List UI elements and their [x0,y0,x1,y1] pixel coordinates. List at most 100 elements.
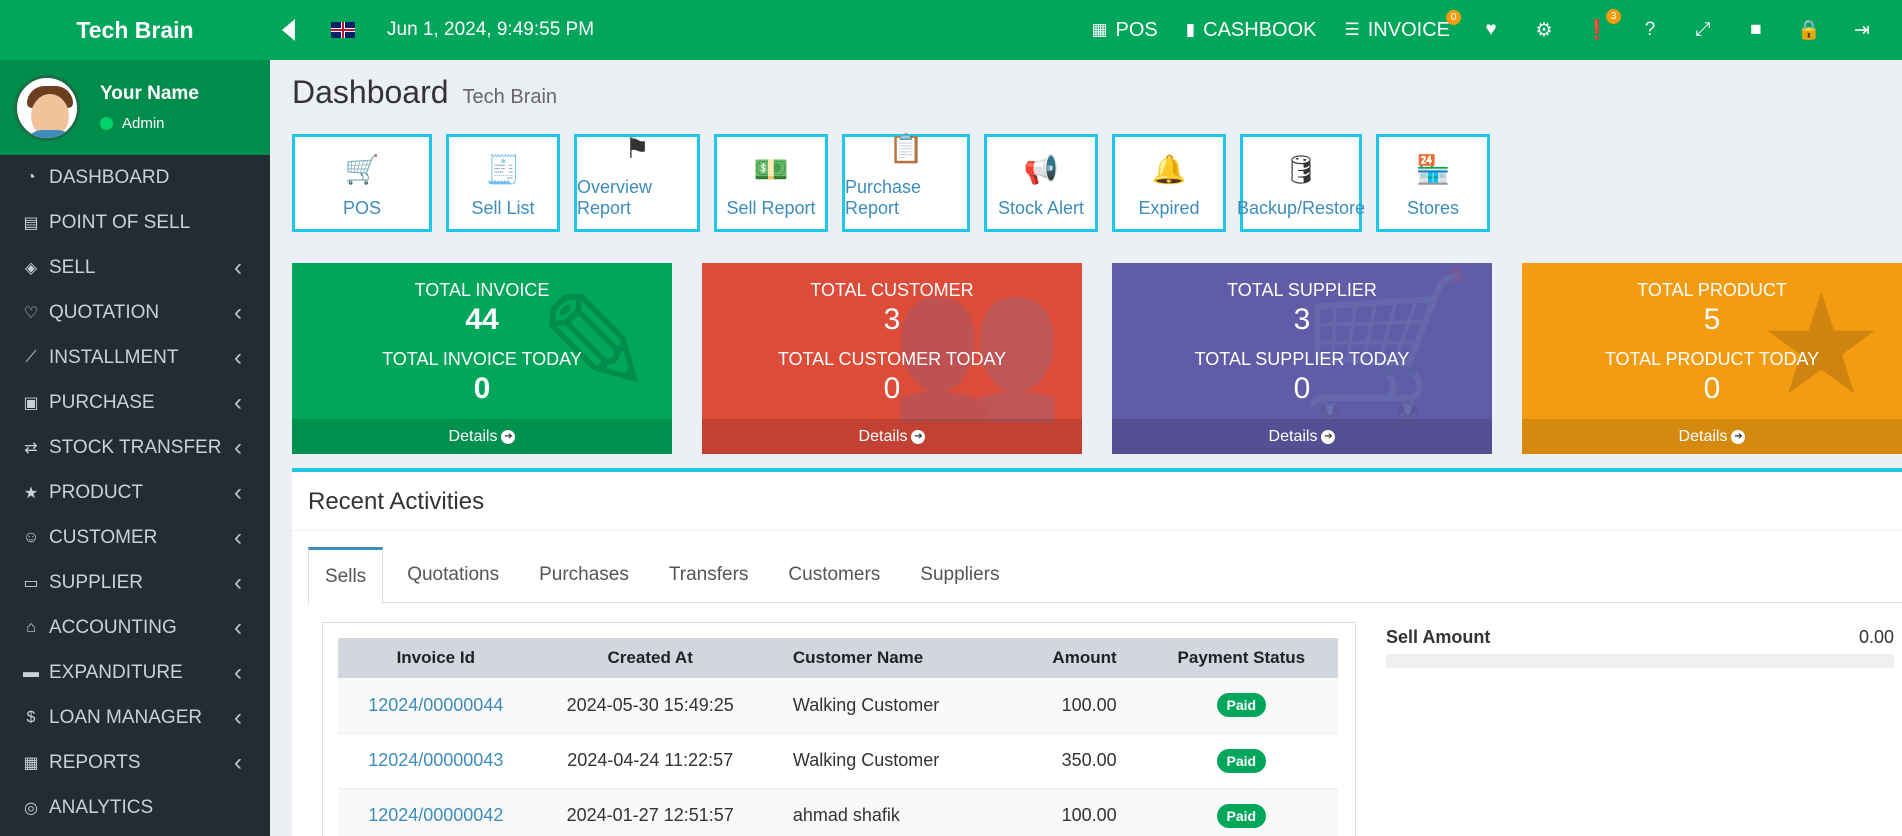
shortcut-expired[interactable]: 🔔 Expired [1112,134,1226,232]
total-supplier-value: 3 [1293,303,1311,336]
total-customer-value: 3 [883,303,901,336]
tab-sells[interactable]: Sells [308,547,384,604]
chevron-left-icon: ‹ [234,298,242,326]
total-invoice-box: ✎ TOTAL INVOICE 44 TOTAL INVOICE TODAY 0… [292,263,672,454]
table-row[interactable]: 12024/00000043 2024-04-24 11:22:57 Walking… [338,733,1338,789]
uk-flag-icon[interactable] [331,22,355,38]
chevron-left-icon: ‹ [234,523,242,551]
exchange-icon: ⇄ [24,439,38,457]
status-badge: Paid [1216,803,1267,828]
sidebar-item-purchase[interactable]: ▣ PURCHASE ‹ [0,380,270,425]
shortcut-pos[interactable]: 🛒 POS [292,134,432,232]
table-cell: 12024/00000044 [338,678,534,734]
total-invoice-today-label: TOTAL INVOICE TODAY [382,349,582,369]
shortcut-stores[interactable]: 🏪 Stores [1376,134,1490,232]
sidebar-item-label: DASHBOARD [49,166,170,188]
shortcut-stock-alert[interactable]: 📢 Stock Alert [984,134,1098,232]
tab-quotations[interactable]: Quotations [391,547,515,603]
tab-customers[interactable]: Customers [772,547,896,603]
sidebar-item-reports[interactable]: ▦ REPORTS ‹ [0,740,270,785]
gauge-icon: ◔ [26,168,36,186]
total-supplier-today-label: TOTAL SUPPLIER TODAY [1194,349,1410,369]
sidebar-item-product[interactable]: ★ PRODUCT ‹ [0,470,270,515]
money-icon: ◈ [24,259,38,277]
help-icon[interactable]: ? [1637,19,1663,41]
brand-logo[interactable]: Tech Brain [0,0,270,60]
cashbook-link[interactable]: ▮ CASHBOOK [1186,19,1317,42]
invoice-details-link[interactable]: Details ➔ [292,419,672,454]
user-role-label: Admin [122,115,165,132]
table-cell: 2024-04-24 11:22:57 [533,733,767,789]
heart-icon: ♡ [23,304,39,322]
supplier-details-link[interactable]: Details ➔ [1112,419,1492,454]
minus-icon: ▬ [23,663,39,681]
sidebar-item-dashboard[interactable]: ◔ DASHBOARD [0,155,270,200]
truck-icon: ▭ [23,574,39,592]
lock-icon[interactable]: 🔒 [1796,18,1822,42]
arrow-right-icon: ➔ [911,429,926,444]
sidebar-item-stock-transfer[interactable]: ⇄ STOCK TRANSFER ‹ [0,425,270,470]
sidebar-item-quotation[interactable]: ♡ QUOTATION ‹ [0,290,270,335]
column-header[interactable]: Created At [533,638,767,678]
activity-tabs: Sells Quotations Purchases Transfers Custome… [308,547,1902,604]
total-product-label: TOTAL PRODUCT [1637,280,1787,300]
invoice-id-link[interactable]: 12024/00000044 [368,695,503,715]
cell-value: 100.00 [1061,694,1117,715]
sells-table: Invoice Id Created At Customer Name Amount P… [338,638,1338,836]
total-supplier-today-value: 0 [1293,372,1311,405]
sidebar: Tech Brain Your Name Admin ◔ DASHBOARD ▤ PO… [0,0,270,836]
sidebar-toggle-icon[interactable] [282,19,295,41]
column-header[interactable]: Customer Name [766,638,978,678]
sidebar-item-accounting[interactable]: ⌂ ACCOUNTING ‹ [0,605,270,650]
sell-amount-label: Sell Amount [1386,627,1491,647]
alert-icon[interactable]: ❗ 3 [1584,9,1621,42]
sells-table-container: Invoice Id Created At Customer Name Amount P… [322,622,1356,836]
table-header-row: Invoice Id Created At Customer Name Amount P… [338,638,1338,678]
sidebar-item-supplier[interactable]: ▭ SUPPLIER ‹ [0,560,270,605]
invoice-link[interactable]: ☰ INVOICE 0 [1345,9,1461,42]
column-header[interactable]: Payment Status [1144,638,1338,678]
sidebar-item-label: QUOTATION [49,301,160,323]
sidebar-item-expanditure[interactable]: ▬ EXPANDITURE ‹ [0,650,270,695]
sidebar-item-point-of-sell[interactable]: ▤ POINT OF SELL [0,200,270,245]
table-cell: 100.00 [977,678,1145,734]
bank-icon: ⌂ [26,618,36,636]
table-row[interactable]: 12024/00000044 2024-05-30 15:49:25 Walking… [338,678,1338,734]
sidebar-item-loan-manager[interactable]: $ LOAN MANAGER ‹ [0,695,270,740]
invoice-id-link[interactable]: 12024/00000043 [368,750,503,770]
sidebar-item-installment[interactable]: ⟋ INSTALLMENT ‹ [0,335,270,380]
sidebar-menu: ◔ DASHBOARD ▤ POINT OF SELL ◈ SELL ‹ ♡ QUOTATION… [0,155,270,830]
invoice-id-link[interactable]: 12024/00000042 [368,805,503,825]
sidebar-item-customer[interactable]: ☺ CUSTOMER ‹ [0,515,270,560]
tab-purchases[interactable]: Purchases [523,547,645,603]
table-cell: Walking Customer [766,678,978,734]
shortcut-purchase-report[interactable]: 📋 Purchase Report [842,133,970,232]
fullscreen-icon[interactable]: ⤢ [1690,19,1716,41]
column-header[interactable]: Amount [977,638,1145,678]
shortcut-backup-restore[interactable]: 🛢 Backup/Restore [1237,134,1365,232]
square-icon[interactable]: ■ [1743,19,1769,41]
shortcut-overview-report[interactable]: ⚑ Overview Report [574,133,700,232]
table-row[interactable]: 12024/00000042 2024-01-27 12:51:57 ahmad s… [338,788,1338,836]
chevron-left-icon: ‹ [234,478,242,506]
column-header[interactable]: Invoice Id [338,638,534,678]
shortcut-sell-list[interactable]: 🧾 Sell List [446,134,560,232]
tab-suppliers[interactable]: Suppliers [904,547,1015,603]
details-label: Details [1678,427,1728,445]
cell-value: 2024-05-30 15:49:25 [566,694,734,715]
sidebar-item-label: PRODUCT [49,481,143,503]
database-icon: 🛢 [1283,154,1319,185]
pos-link[interactable]: ▦ POS [1091,19,1157,42]
customer-details-link[interactable]: Details ➔ [702,419,1082,454]
logout-icon[interactable]: ⇥ [1849,19,1875,42]
tab-transfers[interactable]: Transfers [653,547,765,603]
shortcut-sell-report[interactable]: 💵 Sell Report [714,134,828,232]
arrow-right-icon: ➔ [501,429,516,444]
heart-icon[interactable]: ♥ [1478,19,1504,41]
sidebar-item-label: REPORTS [49,751,141,773]
product-details-link[interactable]: Details ➔ [1522,419,1902,454]
gear-icon[interactable]: ⚙ [1531,19,1557,42]
sidebar-item-sell[interactable]: ◈ SELL ‹ [0,245,270,290]
sidebar-item-analytics[interactable]: ◎ ANALYTICS [0,785,270,830]
table-cell: ahmad shafik [766,788,978,836]
